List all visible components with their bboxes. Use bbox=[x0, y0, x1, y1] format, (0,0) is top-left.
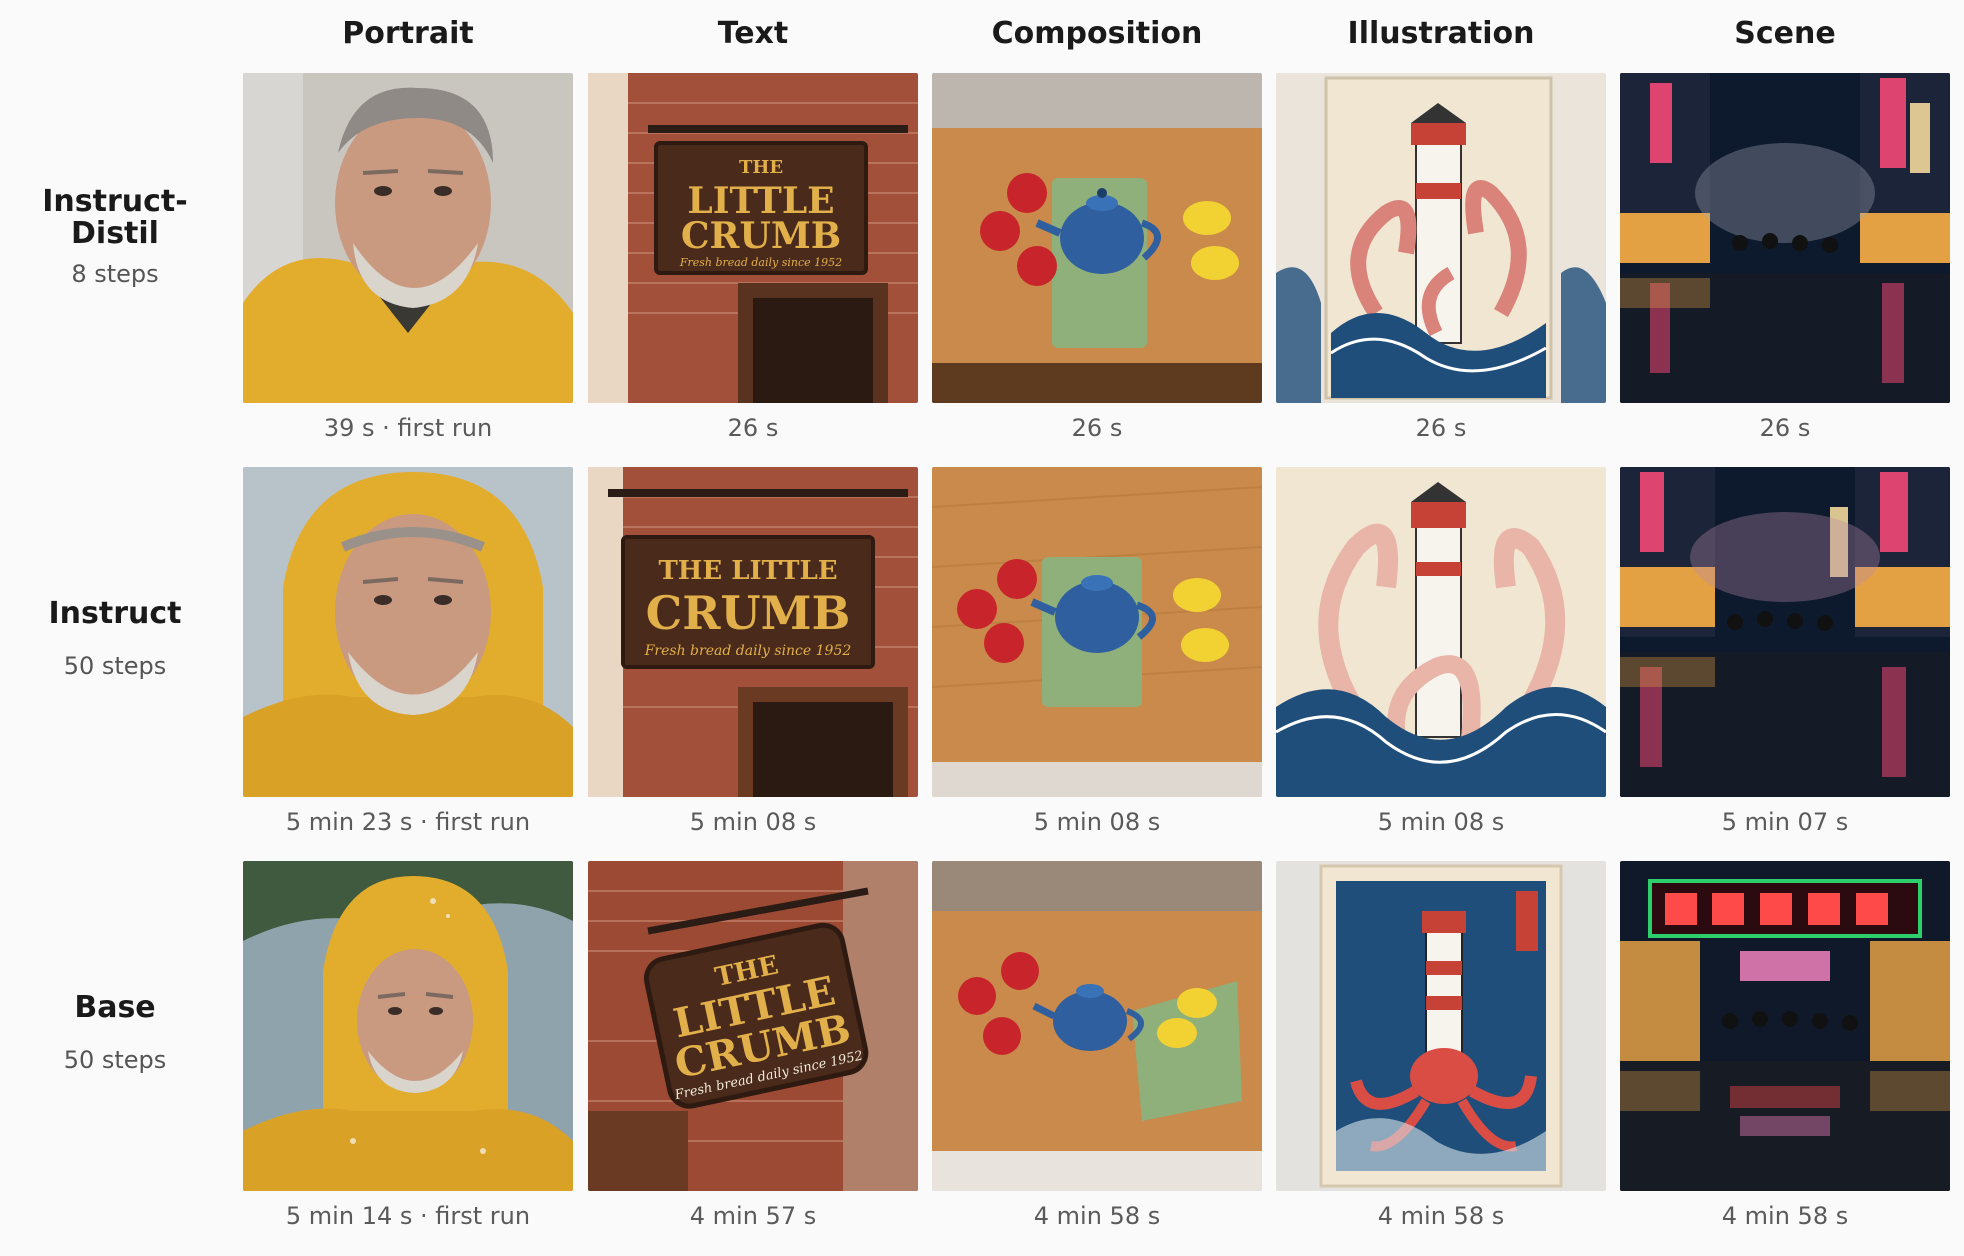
sign-tagline: Fresh bread daily since 1952 bbox=[679, 256, 842, 269]
column-header-portrait: Portrait bbox=[342, 16, 474, 51]
caption-text-instruct-distil: 26 s bbox=[727, 414, 779, 442]
caption-text-instruct: 5 min 08 s bbox=[689, 808, 817, 836]
column-header-composition: Composition bbox=[991, 16, 1203, 51]
caption-composition-instruct-distil: 26 s bbox=[1071, 414, 1123, 442]
image-text-instruct-distil: THE LITTLE CRUMB Fresh bread daily since… bbox=[588, 73, 918, 403]
image-illustration-instruct bbox=[1276, 467, 1606, 797]
svg-text:THE LITTLE: THE LITTLE bbox=[658, 556, 837, 586]
image-composition-instruct-distil bbox=[932, 73, 1262, 403]
image-text-base: THE LITTLE CRUMB Fresh bread daily since… bbox=[588, 861, 918, 1191]
row-label-instruct-distil: Instruct- Distil 8 steps bbox=[0, 184, 230, 289]
column-header-scene: Scene bbox=[1734, 16, 1836, 51]
caption-composition-instruct: 5 min 08 s bbox=[1033, 808, 1161, 836]
row-steps: 8 steps bbox=[71, 260, 159, 288]
sign-line-1: THE bbox=[658, 556, 722, 586]
caption-portrait-instruct: 5 min 23 s · first run bbox=[285, 808, 531, 836]
caption-scene-base: 4 min 58 s bbox=[1721, 1202, 1849, 1230]
caption-scene-instruct-distil: 26 s bbox=[1759, 414, 1811, 442]
sign-tagline: Fresh bread daily since 1952 bbox=[644, 643, 852, 659]
image-portrait-instruct-distil bbox=[243, 73, 573, 403]
image-composition-base bbox=[932, 861, 1262, 1191]
column-header-illustration: Illustration bbox=[1347, 16, 1535, 51]
row-label-base: Base 50 steps bbox=[0, 990, 230, 1075]
row-title: Base bbox=[74, 990, 156, 1025]
caption-portrait-base: 5 min 14 s · first run bbox=[285, 1202, 531, 1230]
caption-illustration-instruct: 5 min 08 s bbox=[1377, 808, 1505, 836]
image-illustration-base bbox=[1276, 861, 1606, 1191]
row-steps: 50 steps bbox=[63, 1046, 167, 1074]
image-portrait-base bbox=[243, 861, 573, 1191]
row-label-instruct: Instruct 50 steps bbox=[0, 596, 230, 681]
row-title: Instruct bbox=[48, 596, 182, 631]
sign-line-1: THE bbox=[739, 157, 783, 178]
image-illustration-instruct-distil bbox=[1276, 73, 1606, 403]
image-portrait-instruct bbox=[243, 467, 573, 797]
caption-illustration-instruct-distil: 26 s bbox=[1415, 414, 1467, 442]
column-header-text: Text bbox=[717, 16, 789, 51]
caption-illustration-base: 4 min 58 s bbox=[1377, 1202, 1505, 1230]
row-steps: 50 steps bbox=[63, 652, 167, 680]
row-title: Instruct- Distil bbox=[42, 184, 188, 251]
image-scene-instruct-distil bbox=[1620, 73, 1950, 403]
sign-line-2: LITTLE bbox=[731, 556, 837, 586]
caption-composition-base: 4 min 58 s bbox=[1033, 1202, 1161, 1230]
caption-portrait-instruct-distil: 39 s · first run bbox=[323, 414, 493, 442]
image-text-instruct: THE LITTLE CRUMB Fresh bread daily since… bbox=[588, 467, 918, 797]
image-composition-instruct bbox=[932, 467, 1262, 797]
caption-scene-instruct: 5 min 07 s bbox=[1721, 808, 1849, 836]
image-scene-base bbox=[1620, 861, 1950, 1191]
sign-line-3: CRUMB bbox=[681, 215, 841, 257]
image-scene-instruct bbox=[1620, 467, 1950, 797]
sign-line-3: CRUMB bbox=[646, 586, 851, 640]
caption-text-base: 4 min 57 s bbox=[689, 1202, 817, 1230]
